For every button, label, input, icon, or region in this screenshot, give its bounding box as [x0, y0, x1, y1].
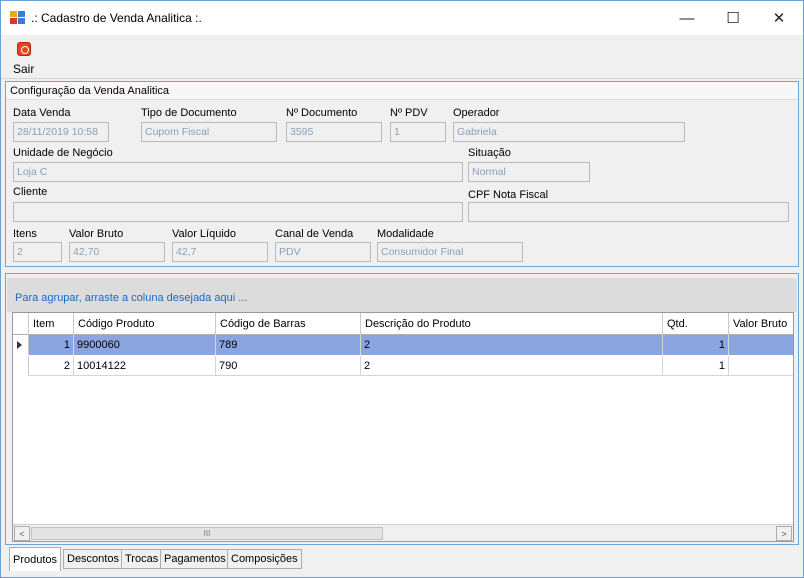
- power-icon: [17, 42, 31, 56]
- horizontal-scrollbar[interactable]: < III >: [13, 524, 793, 541]
- window: .: Cadastro de Venda Analitica :. — ☐ ✕ …: [0, 0, 804, 578]
- products-grid: Item Código Produto Código de Barras Des…: [12, 312, 794, 542]
- modalidade-label: Modalidade: [377, 228, 434, 240]
- cliente-label: Cliente: [13, 186, 48, 198]
- unidade-negocio-label: Unidade de Negócio: [13, 147, 113, 159]
- table-row[interactable]: 2 10014122 790 2 1: [13, 356, 793, 376]
- n-pdv-label: Nº PDV: [390, 107, 428, 119]
- minimize-button[interactable]: —: [664, 1, 710, 35]
- operador-label: Operador: [453, 107, 500, 119]
- valor-liquido-label: Valor Líquido: [172, 228, 237, 240]
- tab-composicoes[interactable]: Composições: [227, 549, 302, 569]
- tab-pagamentos[interactable]: Pagamentos: [160, 549, 230, 569]
- column-header-qtd[interactable]: Qtd.: [663, 313, 729, 335]
- products-grid-panel: Para agrupar, arraste a coluna desejada …: [5, 273, 799, 545]
- table-row[interactable]: 1 9900060 789 2 1: [13, 335, 793, 355]
- row-header-corner: [13, 313, 29, 335]
- cell-item: 2: [29, 356, 74, 376]
- itens-label: Itens: [13, 228, 37, 240]
- situacao-label: Situação: [468, 147, 511, 159]
- scroll-thumb[interactable]: III: [31, 527, 383, 540]
- grid-header: Item Código Produto Código de Barras Des…: [13, 313, 793, 335]
- close-button[interactable]: ✕: [756, 1, 802, 35]
- group-by-area[interactable]: Para agrupar, arraste a coluna desejada …: [7, 278, 797, 312]
- column-header-valor-bruto[interactable]: Valor Bruto: [729, 313, 793, 335]
- scroll-right-button[interactable]: >: [776, 526, 792, 541]
- sair-label: Sair: [13, 62, 35, 76]
- title-bar: .: Cadastro de Venda Analitica :. — ☐ ✕: [1, 1, 803, 35]
- app-icon: [10, 11, 25, 24]
- cell-codigo-barras: 789: [216, 335, 361, 355]
- data-venda-field[interactable]: 28/11/2019 10:58: [13, 122, 109, 142]
- scroll-left-button[interactable]: <: [14, 526, 30, 541]
- cell-qtd: 1: [663, 335, 729, 355]
- modalidade-field[interactable]: Consumidor Final: [377, 242, 523, 262]
- unidade-negocio-field[interactable]: Loja C: [13, 162, 463, 182]
- cell-codigo-barras: 790: [216, 356, 361, 376]
- config-panel-header: Configuração da Venda Analitica: [6, 82, 798, 100]
- cell-valor-bruto: [729, 335, 793, 355]
- toolbar: Sair: [1, 35, 803, 79]
- tab-descontos[interactable]: Descontos: [63, 549, 123, 569]
- tab-produtos[interactable]: Produtos: [9, 547, 62, 571]
- valor-bruto-label: Valor Bruto: [69, 228, 124, 240]
- row-indicator-icon: [13, 335, 29, 355]
- n-documento-label: Nº Documento: [286, 107, 358, 119]
- cell-codigo-produto: 10014122: [74, 356, 216, 376]
- column-header-codigo-barras[interactable]: Código de Barras: [216, 313, 361, 335]
- operador-field[interactable]: Gabriela: [453, 122, 685, 142]
- column-header-descricao[interactable]: Descrição do Produto: [361, 313, 663, 335]
- config-panel: Configuração da Venda Analitica Data Ven…: [5, 81, 799, 267]
- column-header-item[interactable]: Item: [29, 313, 74, 335]
- itens-field[interactable]: 2: [13, 242, 62, 262]
- valor-bruto-field[interactable]: 42,70: [69, 242, 165, 262]
- canal-venda-field[interactable]: PDV: [275, 242, 371, 262]
- cell-descricao: 2: [361, 335, 663, 355]
- tipo-documento-label: Tipo de Documento: [141, 107, 237, 119]
- maximize-button[interactable]: ☐: [710, 1, 756, 35]
- tab-trocas[interactable]: Trocas: [121, 549, 163, 569]
- row-header: [13, 356, 29, 376]
- data-venda-label: Data Venda: [13, 107, 71, 119]
- cell-item: 1: [29, 335, 74, 355]
- column-header-codigo-produto[interactable]: Código Produto: [74, 313, 216, 335]
- window-title: .: Cadastro de Venda Analitica :.: [31, 11, 202, 25]
- cell-codigo-produto: 9900060: [74, 335, 216, 355]
- situacao-field[interactable]: Normal: [468, 162, 590, 182]
- tipo-documento-field[interactable]: Cupom Fiscal: [141, 122, 277, 142]
- cpf-nota-fiscal-field[interactable]: [468, 202, 789, 222]
- sair-button[interactable]: Sair: [9, 38, 43, 76]
- n-documento-field[interactable]: 3595: [286, 122, 382, 142]
- valor-liquido-field[interactable]: 42,7: [172, 242, 268, 262]
- group-by-hint: Para agrupar, arraste a coluna desejada …: [15, 292, 248, 304]
- cpf-nota-fiscal-label: CPF Nota Fiscal: [468, 189, 549, 201]
- cell-descricao: 2: [361, 356, 663, 376]
- cell-valor-bruto: [729, 356, 793, 376]
- cliente-field[interactable]: [13, 202, 463, 222]
- canal-venda-label: Canal de Venda: [275, 228, 354, 240]
- cell-qtd: 1: [663, 356, 729, 376]
- n-pdv-field[interactable]: 1: [390, 122, 446, 142]
